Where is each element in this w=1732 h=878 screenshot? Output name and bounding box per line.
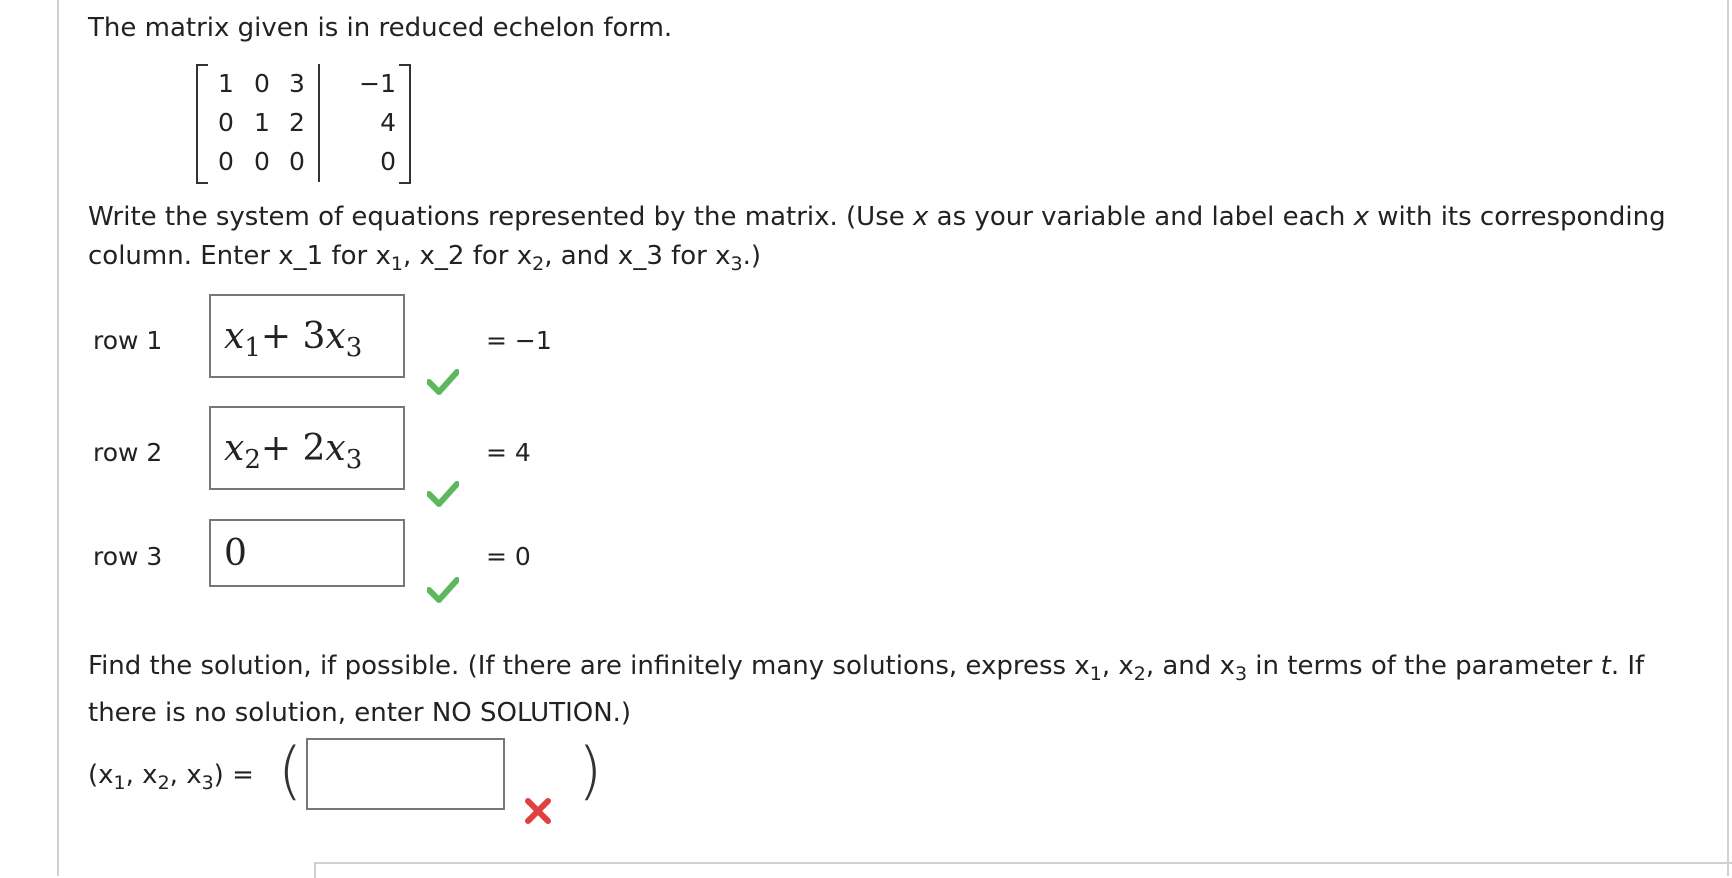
matrix-right-bracket [399, 64, 411, 184]
row-1-check-icon [427, 369, 459, 395]
augmented-matrix: 1 0 3 −1 0 1 2 4 0 0 0 0 [196, 64, 411, 184]
row-3-equation-input[interactable]: 0 [209, 519, 405, 587]
row-1-rhs: = −1 [486, 326, 552, 355]
row-1-equation-input[interactable]: x1 + 3x3 [209, 294, 405, 378]
matrix-cell: 1 [254, 108, 270, 137]
row-2-rhs: = 4 [486, 438, 531, 467]
matrix-cell: 0 [289, 147, 305, 176]
matrix-cell: 0 [218, 147, 234, 176]
matrix-cell: 4 [380, 108, 396, 137]
left-divider [57, 0, 59, 876]
matrix-cell: 0 [218, 108, 234, 137]
matrix-cell: −1 [359, 69, 396, 98]
row-2-equation-input[interactable]: x2 + 2x3 [209, 406, 405, 490]
row-2-label: row 2 [93, 438, 163, 467]
row-3-label: row 3 [93, 542, 163, 571]
matrix-cell: 0 [254, 147, 270, 176]
row-3-rhs: = 0 [486, 542, 531, 571]
matrix-left-bracket [196, 64, 208, 184]
matrix-cell: 1 [218, 69, 234, 98]
solution-tuple-label: (x1, x2, x3) = [88, 760, 254, 795]
matrix-cell: 0 [380, 147, 396, 176]
instructions-line-1: Write the system of equations represente… [88, 202, 1666, 232]
matrix-cell: 0 [254, 69, 270, 98]
incorrect-x-icon [525, 798, 551, 824]
instructions-line-2: column. Enter x_1 for x1, x_2 for x2, an… [88, 241, 762, 276]
row-1-label: row 1 [93, 326, 163, 355]
find-solution-line-2: there is no solution, enter NO SOLUTION.… [88, 698, 632, 728]
intro-text: The matrix given is in reduced echelon f… [88, 13, 673, 43]
right-divider [1727, 0, 1729, 876]
solution-input[interactable] [306, 738, 505, 810]
matrix-cell: 2 [289, 108, 305, 137]
find-solution-line-1: Find the solution, if possible. (If ther… [88, 651, 1645, 686]
open-paren: ( [278, 734, 303, 807]
close-paren: ) [578, 734, 603, 807]
row-3-check-icon [427, 577, 459, 603]
matrix-cell: 3 [289, 69, 305, 98]
row-2-check-icon [427, 481, 459, 507]
augment-bar [318, 64, 320, 182]
